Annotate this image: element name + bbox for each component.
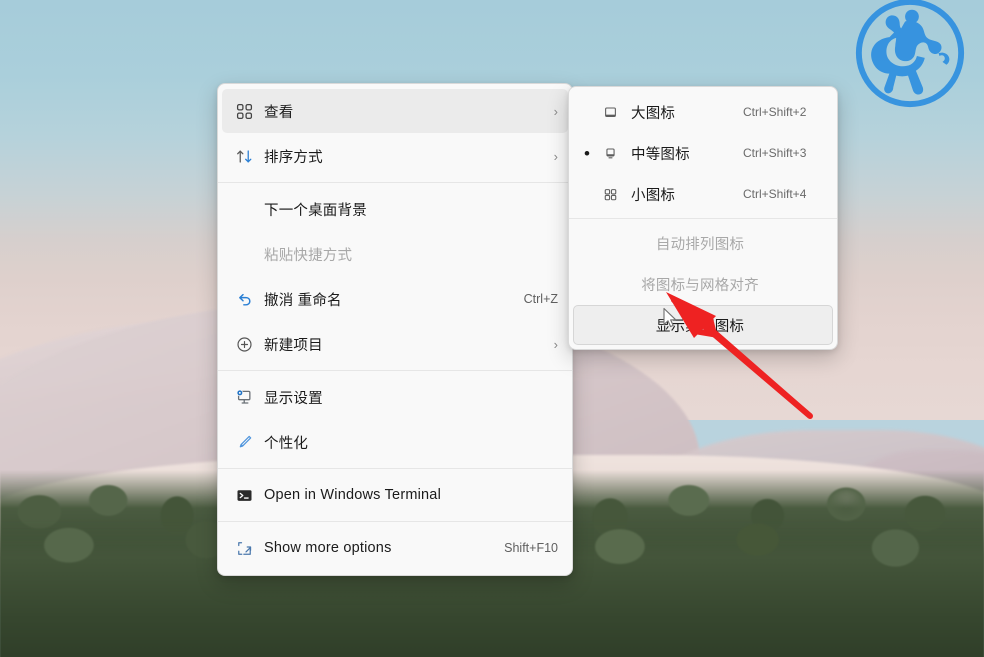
menu-item-label: 撤消 重命名 [264, 292, 342, 309]
menu-item-label: Open in Windows Terminal [264, 487, 441, 503]
menu-separator [218, 370, 572, 371]
desktop-context-menu[interactable]: 查看 › 排序方式 › 下一个桌面背景 粘贴快捷方式 撤消 重命名 Ctrl+Z [217, 83, 573, 576]
chevron-right-icon: › [553, 336, 558, 352]
submenu-item-label: 小图标 [631, 187, 676, 204]
menu-separator [218, 182, 572, 183]
menu-separator [218, 468, 572, 469]
menu-item-label: 显示设置 [264, 390, 323, 407]
menu-item-label: 粘贴快捷方式 [264, 247, 353, 264]
grid-icon [230, 101, 258, 121]
menu-item-new[interactable]: 新建项目 › [222, 322, 568, 366]
no-icon-spacer [230, 244, 258, 264]
submenu-item-accelerator: Ctrl+Shift+3 [743, 146, 807, 160]
chevron-right-icon: › [553, 103, 558, 119]
submenu-item-accelerator: Ctrl+Shift+2 [743, 105, 807, 119]
menu-item-personalize[interactable]: 个性化 [222, 420, 568, 464]
menu-item-view[interactable]: 查看 › [222, 89, 568, 133]
monitor-icon [230, 387, 258, 407]
menu-item-open-terminal[interactable]: Open in Windows Terminal [222, 473, 568, 517]
menu-separator [218, 521, 572, 522]
menu-item-label: Show more options [264, 540, 392, 556]
submenu-item-accelerator: Ctrl+Shift+4 [743, 187, 807, 201]
submenu-item-medium-icons[interactable]: • 中等图标 Ctrl+Shift+3 [573, 133, 833, 173]
menu-item-accelerator: Shift+F10 [504, 541, 558, 555]
menu-item-sort-by[interactable]: 排序方式 › [222, 134, 568, 178]
no-icon-spacer [230, 199, 258, 219]
plus-circle-icon [230, 334, 258, 354]
menu-item-paste-shortcut: 粘贴快捷方式 [222, 232, 568, 276]
terminal-icon [230, 485, 258, 505]
menu-item-label: 下一个桌面背景 [264, 202, 367, 219]
submenu-item-large-icons[interactable]: 大图标 Ctrl+Shift+2 [573, 92, 833, 132]
horse-rider-emblem-icon [855, 0, 965, 108]
radio-bullet-checked-icon: • [584, 143, 590, 163]
red-annotation-arrow [666, 292, 813, 419]
medium-icon-glyph [597, 143, 623, 163]
chevron-right-icon: › [553, 148, 558, 164]
submenu-item-label: 大图标 [631, 105, 676, 122]
submenu-item-auto-arrange: 自动排列图标 [573, 223, 833, 263]
menu-item-undo-rename[interactable]: 撤消 重命名 Ctrl+Z [222, 277, 568, 321]
menu-item-display-settings[interactable]: 显示设置 [222, 375, 568, 419]
sort-icon [230, 146, 258, 166]
menu-item-next-wallpaper[interactable]: 下一个桌面背景 [222, 187, 568, 231]
submenu-item-label: 自动排列图标 [655, 236, 745, 253]
brush-icon [230, 432, 258, 452]
menu-item-label: 个性化 [264, 435, 309, 452]
submenu-item-small-icons[interactable]: 小图标 Ctrl+Shift+4 [573, 174, 833, 214]
menu-item-label: 新建项目 [264, 337, 323, 354]
submenu-separator [569, 218, 837, 219]
large-icon-glyph [597, 102, 623, 122]
submenu-item-label: 中等图标 [631, 146, 690, 163]
more-options-icon [230, 538, 258, 558]
menu-item-label: 查看 [264, 104, 294, 121]
menu-item-label: 排序方式 [264, 149, 323, 166]
menu-item-accelerator: Ctrl+Z [523, 292, 558, 306]
menu-item-show-more-options[interactable]: Show more options Shift+F10 [222, 526, 568, 570]
small-icon-glyph [597, 184, 623, 204]
undo-icon [230, 289, 258, 309]
